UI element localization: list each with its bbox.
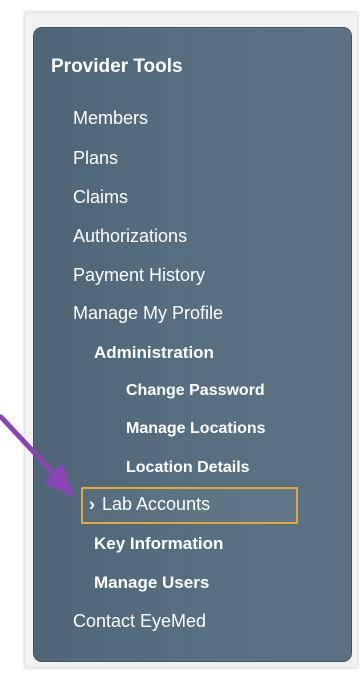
nav-item-manage-my-profile[interactable]: Manage My Profile <box>73 304 223 322</box>
nav-item-claims[interactable]: Claims <box>73 188 128 206</box>
nav-item-location-details[interactable]: Location Details <box>126 460 250 476</box>
nav-item-payment-history[interactable]: Payment History <box>73 266 205 284</box>
nav-item-authorizations[interactable]: Authorizations <box>73 227 187 245</box>
nav-item-change-password[interactable]: Change Password <box>126 383 265 399</box>
nav-item-key-information[interactable]: Key Information <box>94 535 223 552</box>
nav-item-manage-users[interactable]: Manage Users <box>94 574 209 591</box>
nav-item-administration[interactable]: Administration <box>94 344 214 361</box>
panel-title: Provider Tools <box>51 56 183 77</box>
provider-tools-panel: Provider Tools Members Plans Claims Auth… <box>33 27 352 662</box>
nav-item-members[interactable]: Members <box>73 109 148 127</box>
chevron-right-icon: › <box>89 493 95 515</box>
nav-item-lab-accounts[interactable]: › Lab Accounts <box>89 493 211 515</box>
nav-item-plans[interactable]: Plans <box>73 149 118 167</box>
nav-item-contact-eyemed[interactable]: Contact EyeMed <box>73 612 206 630</box>
lab-accounts-label: Lab Accounts <box>102 494 211 514</box>
nav-item-manage-locations[interactable]: Manage Locations <box>126 421 266 437</box>
